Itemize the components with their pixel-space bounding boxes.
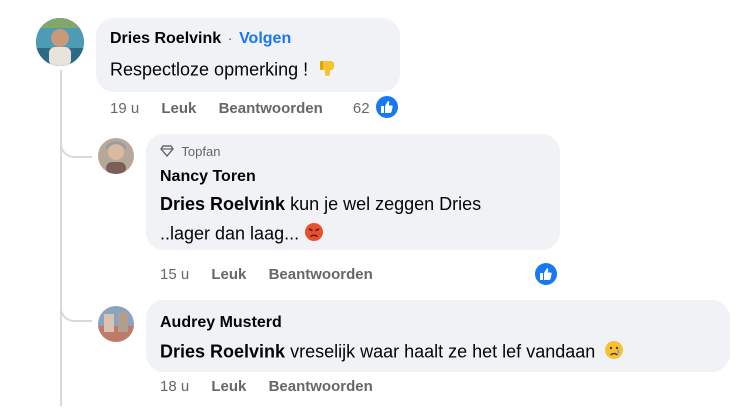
comment-time[interactable]: 18 u [160,378,189,395]
comment-bubble-nancy: Topfan Nancy Toren Dries Roelvink kun je… [146,134,560,250]
comment-meta-3: 18 u Leuk Beantwoorden [160,378,373,395]
avatar-audrey-musterd[interactable] [98,306,134,342]
comment-meta-1: 19 u Leuk Beantwoorden 62 [110,96,398,119]
thumbs-down-emoji [317,58,337,83]
thread-line-branch-1-curve [60,138,92,158]
reply-button[interactable]: Beantwoorden [269,266,373,283]
comment-bubble-dries: Dries Roelvink · Volgen Respectloze opme… [96,18,400,92]
avatar-nancy-toren[interactable] [98,138,134,174]
reply-button[interactable]: Beantwoorden [269,378,373,395]
angry-face-emoji [304,222,324,247]
comment-text: vreselijk waar haalt ze het lef vandaan [290,341,596,362]
comment-time[interactable]: 19 u [110,100,139,117]
comment-time[interactable]: 15 u [160,266,189,283]
comment-text: Respectloze opmerking ! [110,59,309,80]
mention-link[interactable]: Dries Roelvink [160,341,285,361]
thread-line-branch-2-curve [60,302,92,322]
like-button[interactable]: Leuk [211,378,246,395]
comment-text-line2: ..lager dan laag... [160,223,300,244]
thread-line-vertical [60,70,62,406]
like-button[interactable]: Leuk [211,266,246,283]
comment-meta-2: 15 u Leuk Beantwoorden [160,266,373,283]
like-icon[interactable] [375,96,398,119]
separator-dot: · [227,30,233,47]
comment-author[interactable]: Dries Roelvink [110,30,221,47]
diamond-icon [160,145,174,160]
sad-face-emoji [604,340,624,365]
comment-bubble-audrey: Audrey Musterd Dries Roelvink vreselijk … [146,300,730,372]
comment-text-line1: kun je wel zeggen Dries [290,194,482,214]
mention-link[interactable]: Dries Roelvink [160,194,285,214]
follow-button[interactable]: Volgen [239,30,291,47]
avatar-dries-roelvink[interactable] [36,18,84,66]
reaction-count[interactable]: 62 [353,100,370,117]
topfan-badge: Topfan [181,144,221,159]
like-button[interactable]: Leuk [161,100,196,117]
like-icon[interactable] [535,263,557,285]
comment-author[interactable]: Nancy Toren [160,168,256,185]
reply-button[interactable]: Beantwoorden [219,100,323,117]
comment-author[interactable]: Audrey Musterd [160,314,282,331]
